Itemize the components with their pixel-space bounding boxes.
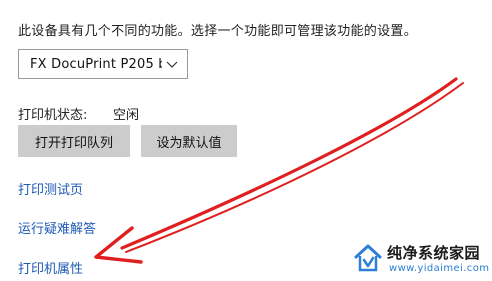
watermark-url: www.yidaimei.com (389, 263, 490, 274)
printer-status-value: 空闲 (113, 108, 140, 123)
printer-status-label: 打印机状态: (18, 108, 88, 123)
run-troubleshooter-link[interactable]: 运行疑难解答 (18, 218, 96, 237)
page-description: 此设备具有几个不同的功能。选择一个功能即可管理该功能的设置。 (18, 24, 418, 39)
printer-properties-link[interactable]: 打印机属性 (18, 258, 83, 277)
print-test-page-link[interactable]: 打印测试页 (18, 179, 83, 198)
set-as-default-button[interactable]: 设为默认值 (141, 125, 237, 157)
site-watermark: 纯净系统家园 www.yidaimei.com (353, 241, 489, 279)
chevron-down-icon (166, 61, 178, 68)
house-logo-icon (354, 244, 382, 272)
printer-select-dropdown[interactable]: FX DocuPrint P205 b (18, 49, 188, 79)
printer-select-value: FX DocuPrint P205 b (30, 56, 162, 72)
watermark-title: 纯净系统家园 (387, 244, 481, 262)
open-print-queue-button[interactable]: 打开打印队列 (18, 125, 130, 157)
